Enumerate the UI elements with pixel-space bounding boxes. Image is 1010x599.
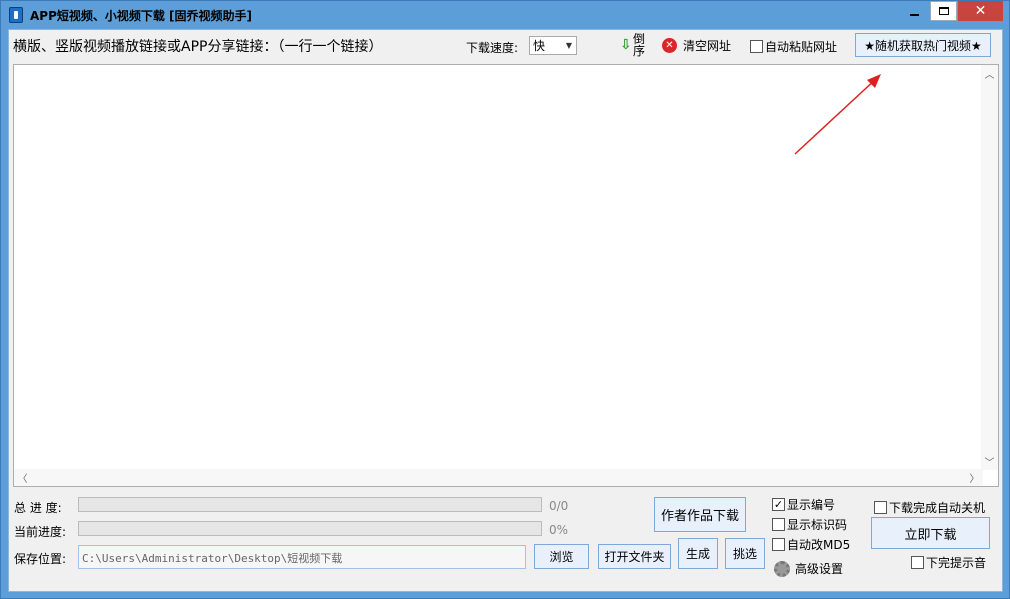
advanced-settings-label: 高级设置 [795,562,844,576]
current-progress-bar [78,521,542,536]
minimize-button[interactable] [899,1,929,21]
total-progress-label: 总 进 度: [14,501,62,515]
clear-urls-label: 清空网址 [683,39,732,53]
auto-md5-box [772,538,785,551]
current-progress-label: 当前进度: [14,525,67,539]
download-now-button[interactable]: 立即下载 [871,517,990,549]
show-number-box: ✓ [772,498,785,511]
app-window: APP短视频、小视频下载 [固乔视频助手] ✕ 横版、竖版视频播放链接或APP分… [0,0,1010,599]
auto-md5-label: 自动改MD5 [787,538,851,552]
annotation-arrow-line [794,77,878,155]
window-title: APP短视频、小视频下载 [固乔视频助手] [30,9,253,23]
show-id-label: 显示标识码 [787,518,848,532]
show-id-box [772,518,785,531]
gear-icon [774,560,790,577]
author-works-download-button[interactable]: 作者作品下载 [654,497,746,532]
sort-label: 倒序 [633,32,646,58]
speed-label: 下载速度: [466,41,519,55]
shutdown-checkbox[interactable]: 下载完成自动关机 [874,499,985,516]
advanced-settings-button[interactable]: 高级设置 [774,560,843,577]
current-progress-value: 0% [549,523,569,537]
scroll-left-icon[interactable]: 〈 [14,469,31,486]
save-path-field[interactable]: C:\Users\Administrator\Desktop\短视频下载 [78,545,526,569]
done-sound-checkbox[interactable]: 下完提示音 [911,554,986,571]
show-number-label: 显示编号 [787,498,836,512]
scroll-right-icon[interactable]: 〉 [966,469,983,486]
pick-button[interactable]: 挑选 [725,538,765,569]
shutdown-box [874,501,887,514]
random-hot-video-button[interactable]: ★随机获取热门视频★ [855,33,991,57]
app-icon [9,7,23,23]
clear-urls-button[interactable]: ✕ 清空网址 [662,37,731,54]
speed-select[interactable]: 快 ▼ [529,36,577,55]
show-id-checkbox[interactable]: 显示标识码 [772,516,847,533]
auto-paste-box [750,40,763,53]
title-bar[interactable]: APP短视频、小视频下载 [固乔视频助手] ✕ [1,1,1009,29]
auto-paste-label: 自动粘贴网址 [765,40,838,54]
main-panel: 横版、竖版视频播放链接或APP分享链接：（一行一个链接） 下载速度: 快 ▼ ⇩… [8,29,1003,592]
annotation-arrow [794,74,881,155]
close-button[interactable]: ✕ [958,1,1003,21]
close-icon: ✕ [974,3,987,19]
clear-icon: ✕ [662,38,677,53]
done-sound-label: 下完提示音 [926,556,987,570]
open-folder-button[interactable]: 打开文件夹 [598,544,671,569]
scroll-up-icon[interactable]: ︿ [981,65,998,82]
maximize-icon [938,7,949,15]
sort-button[interactable]: ⇩ 倒序 [618,32,648,58]
arrow-down-icon: ⇩ [620,37,632,53]
generate-button[interactable]: 生成 [678,538,718,569]
minimize-icon [909,14,919,16]
auto-paste-checkbox[interactable]: 自动粘贴网址 [750,38,837,55]
total-progress-bar [78,497,542,512]
browse-button[interactable]: 浏览 [534,544,589,569]
horizontal-scrollbar[interactable]: 〈 〉 [14,469,983,486]
scroll-down-icon[interactable]: ﹀ [981,453,998,470]
vertical-scrollbar[interactable]: ︿ ﹀ [981,65,998,470]
shutdown-label: 下载完成自动关机 [889,501,986,515]
done-sound-box [911,556,924,569]
auto-md5-checkbox[interactable]: 自动改MD5 [772,536,850,553]
total-progress-value: 0/0 [549,499,569,513]
links-label: 横版、竖版视频播放链接或APP分享链接：（一行一个链接） [13,39,383,55]
speed-value: 快 [533,39,546,53]
maximize-button[interactable] [930,1,957,21]
chevron-down-icon: ▼ [565,41,573,50]
show-number-checkbox[interactable]: ✓ 显示编号 [772,496,835,513]
save-location-label: 保存位置: [14,552,67,566]
